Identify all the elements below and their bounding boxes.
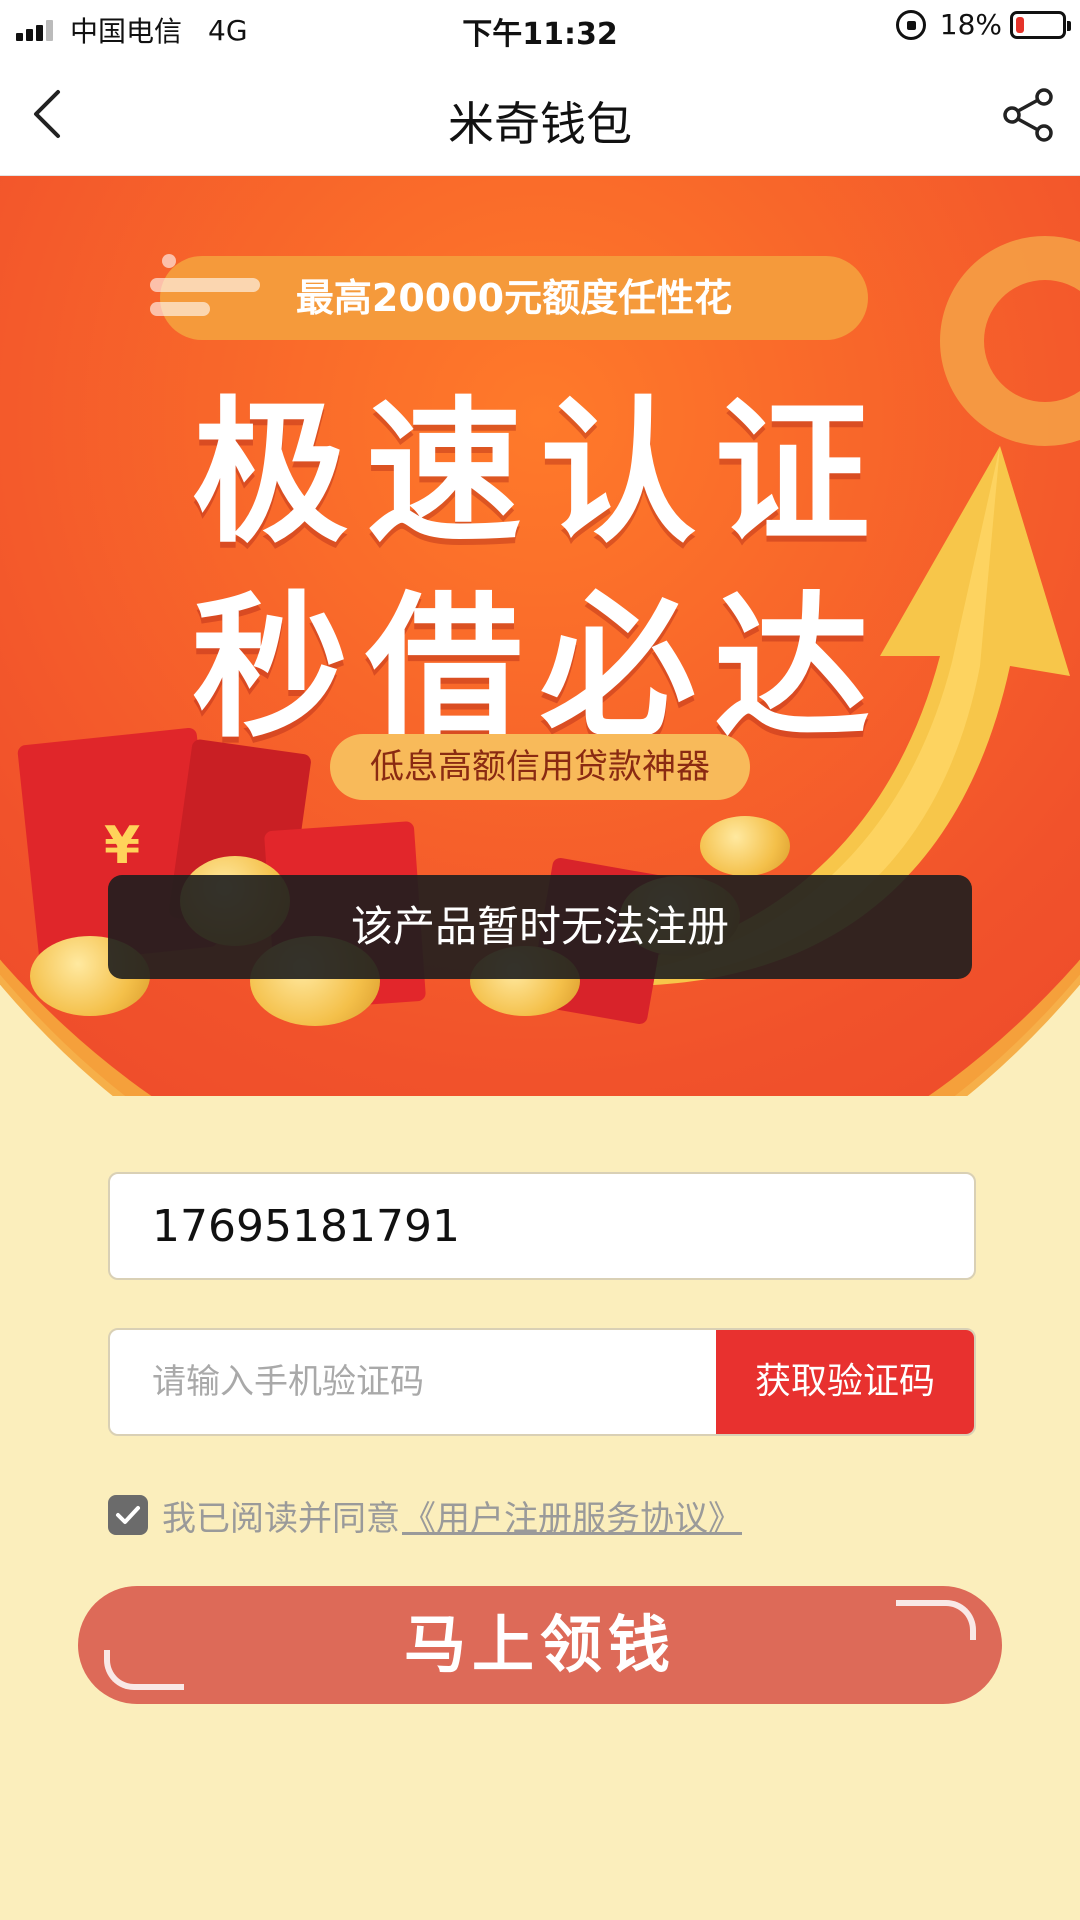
button-decoration	[896, 1600, 976, 1640]
get-code-button[interactable]: 获取验证码	[716, 1330, 974, 1434]
get-money-button[interactable]: 马上领钱	[78, 1586, 1002, 1704]
phone-input[interactable]	[108, 1172, 976, 1280]
submit-label: 马上领钱	[403, 1608, 676, 1681]
checkmark-icon	[116, 1506, 140, 1524]
share-button[interactable]	[1000, 86, 1058, 144]
yen-symbol: ¥	[104, 816, 141, 876]
coin-graphic	[700, 816, 790, 876]
battery-level	[1016, 16, 1024, 33]
verification-code-input[interactable]	[110, 1330, 718, 1434]
battery-icon	[1010, 10, 1071, 39]
headline-line-1: 极速认证	[192, 382, 888, 564]
share-icon	[1003, 88, 1053, 142]
max-credit-text: 最高20000元额度任性花	[295, 276, 733, 320]
agree-label: 我已阅读并同意	[162, 1498, 400, 1539]
nav-bar: 米奇钱包	[0, 56, 1080, 176]
verification-code-row: 获取验证码	[108, 1328, 976, 1436]
page-title: 米奇钱包	[448, 97, 632, 151]
agreement-link[interactable]: 《用户注册服务协议》	[402, 1491, 742, 1540]
agree-checkbox[interactable]	[108, 1495, 148, 1535]
status-right: 18%	[895, 8, 1071, 41]
status-bar: 中国电信 4G 下午11:32 18%	[0, 0, 1080, 56]
rotation-lock-icon	[895, 9, 926, 40]
battery-percent: 18%	[939, 8, 1002, 41]
subtitle-pill: 低息高额信用贷款神器	[330, 734, 750, 800]
button-decoration	[104, 1650, 184, 1690]
toast-message: 该产品暂时无法注册	[108, 875, 972, 979]
agreement-row: 我已阅读并同意 《用户注册服务协议》	[108, 1491, 742, 1540]
